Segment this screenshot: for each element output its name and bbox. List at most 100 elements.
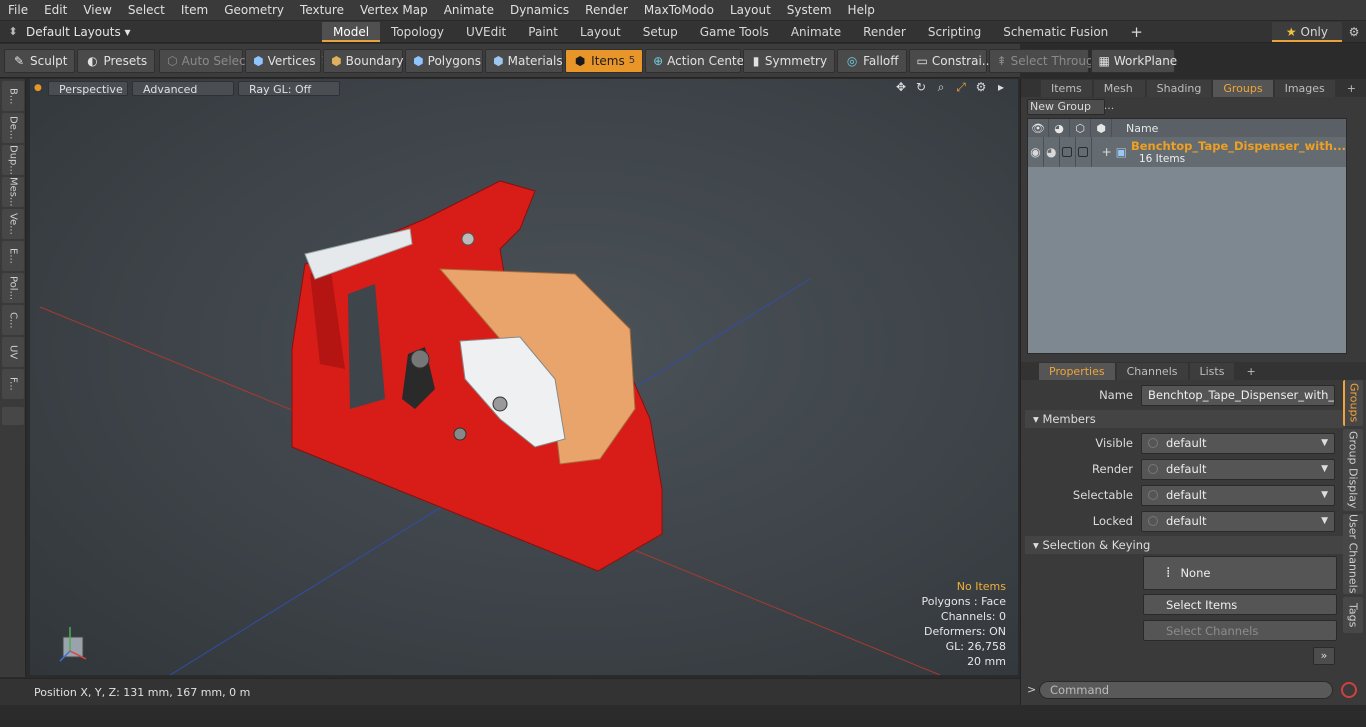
menu-render[interactable]: Render [577,0,636,21]
menu-select[interactable]: Select [120,0,173,21]
locked-dropdown[interactable]: default ▼ [1141,510,1335,532]
left-tab-extra[interactable] [2,407,24,425]
properties-tab-bar: Properties Channels Lists + [1021,362,1366,380]
render-dropdown[interactable]: default ▼ [1141,458,1335,480]
vertices-button[interactable]: ⬢Vertices1 [245,48,328,73]
tab-setup[interactable]: Setup [632,22,689,42]
row-lock-box[interactable] [1078,147,1089,157]
tab-uvedit[interactable]: UVEdit [455,22,517,42]
selection-keying-section[interactable]: ▾ Selection & Keying [1025,536,1345,554]
layout-up-icon[interactable]: ⬍ [0,25,26,38]
constraints-button[interactable]: ▭ Constrai... [908,48,993,73]
side-tab-group-display[interactable]: Group Display [1343,429,1363,511]
tab-layout[interactable]: Layout [569,22,632,42]
items-button[interactable]: ⬢ Items 5 [565,48,644,73]
side-tab-user-channels[interactable]: User Channels [1343,514,1363,594]
menu-maxtomodo[interactable]: MaxToModo [636,0,722,21]
menu-view[interactable]: View [75,0,119,21]
items-icon: ⬢ [574,53,586,68]
tab-render[interactable]: Render [852,22,917,42]
menu-edit[interactable]: Edit [36,0,75,21]
polygons-button[interactable]: ⬢ Polygons [405,48,484,73]
selectable-dropdown[interactable]: default ▼ [1141,484,1335,506]
group-count: 16 Items [1138,153,1186,165]
left-tab-vertex[interactable]: Ve... [2,209,24,239]
menu-system[interactable]: System [779,0,840,21]
menu-vertex-map[interactable]: Vertex Map [352,0,436,21]
left-tab-uv[interactable]: UV [2,337,24,367]
select-items-button[interactable]: Select Items [1143,594,1337,615]
expand-icon[interactable]: + [1102,145,1112,159]
group-name-field[interactable]: Benchtop_Tape_Dispenser_with_Safe [1141,384,1335,406]
tab-topology[interactable]: Topology [380,22,455,42]
symmetry-button[interactable]: ▮ Symmetry [743,48,836,73]
tab-lists[interactable]: Lists [1189,363,1235,380]
left-tab-polygon[interactable]: Pol... [2,273,24,303]
menu-geometry[interactable]: Geometry [216,0,292,21]
action-center-button[interactable]: ⊕ Action Center [645,48,749,73]
none-button[interactable]: ⁞ None [1143,556,1337,590]
visible-dropdown[interactable]: default ▼ [1141,432,1335,454]
lock-column-icon[interactable]: ⬢ [1091,119,1112,137]
boundary-button[interactable]: ⬢ Boundary [323,48,403,73]
row-render-icon[interactable]: ◕ [1044,137,1060,167]
row-eye-icon[interactable]: ◉ [1028,137,1044,167]
group-row[interactable]: ◉ ◕ + ▣ Benchtop_Tape_Dispenser_with... … [1028,137,1346,167]
add-tab-icon[interactable]: + [1119,22,1154,42]
left-tab-curve[interactable]: C... [2,305,24,335]
tab-game-tools[interactable]: Game Tools [689,22,780,42]
tab-model[interactable]: Model [322,21,381,42]
left-tab-deform[interactable]: De... [2,113,24,143]
left-tab-basic[interactable]: B... [2,81,24,111]
layout-selector[interactable]: Default Layouts ▾ [26,25,322,39]
select-through-button[interactable]: ⇞ Select Through [988,48,1101,73]
auto-select-button[interactable]: ⬡ Auto Select [159,48,250,73]
menu-item[interactable]: Item [173,0,216,21]
side-tab-tags[interactable]: Tags [1343,597,1363,633]
select-channels-button[interactable]: Select Channels [1143,620,1337,641]
menu-dynamics[interactable]: Dynamics [502,0,577,21]
tab-shading[interactable]: Shading [1146,80,1212,97]
menu-texture[interactable]: Texture [292,0,352,21]
tab-items[interactable]: Items [1041,80,1092,97]
tab-groups[interactable]: Groups [1213,80,1273,97]
add-panel-tab-icon[interactable]: + [1337,80,1366,97]
expand-more-button[interactable]: » [1313,647,1335,665]
render-column-icon[interactable]: ◕ [1049,119,1070,137]
presets-button[interactable]: ◐ Presets [77,48,156,73]
menu-file[interactable]: File [0,0,36,21]
menu-animate[interactable]: Animate [436,0,502,21]
tab-mesh[interactable]: Mesh ... [1093,80,1145,112]
left-tab-duplicate[interactable]: Dup... [2,145,24,175]
row-select-box[interactable] [1062,147,1073,157]
record-icon[interactable] [1341,682,1357,698]
select-column-icon[interactable]: ⬡ [1070,119,1091,137]
materials-button[interactable]: ⬢ Materials [485,48,564,73]
workplane-button[interactable]: ▦ WorkPlane [1090,48,1177,73]
visibility-column-icon[interactable]: 👁 [1028,119,1049,137]
falloff-button[interactable]: ◎ Falloff [837,48,907,73]
side-tab-groups[interactable]: Groups [1343,380,1363,426]
tab-images[interactable]: Images [1274,80,1335,97]
menu-layout[interactable]: Layout [722,0,779,21]
menu-help[interactable]: Help [840,0,883,21]
selectable-value: default [1166,488,1207,502]
add-props-tab-icon[interactable]: + [1236,363,1265,380]
left-tab-mesh[interactable]: Mes... [2,177,24,207]
tape-dispenser-model[interactable] [291,180,663,572]
command-input[interactable]: Command [1039,681,1333,699]
tab-properties[interactable]: Properties [1039,363,1115,380]
tab-paint[interactable]: Paint [517,22,569,42]
only-toggle[interactable]: ★ Only [1271,21,1342,42]
new-group-button[interactable]: New Group [1027,99,1105,115]
tab-animate[interactable]: Animate [780,22,852,42]
left-tab-edge[interactable]: E... [2,241,24,271]
members-section[interactable]: ▾ Members [1025,410,1345,428]
left-tab-fusion[interactable]: F... [2,369,24,399]
tab-schematic-fusion[interactable]: Schematic Fusion [992,22,1119,42]
gear-icon[interactable]: ⚙ [1342,25,1366,39]
tab-scripting[interactable]: Scripting [917,22,992,42]
sculpt-button[interactable]: ✎ Sculpt [4,48,76,73]
3d-viewport[interactable]: ● Perspective Advanced Ray GL: Off ✥ ↻ ⌕… [30,79,1018,675]
tab-channels[interactable]: Channels [1116,363,1188,380]
